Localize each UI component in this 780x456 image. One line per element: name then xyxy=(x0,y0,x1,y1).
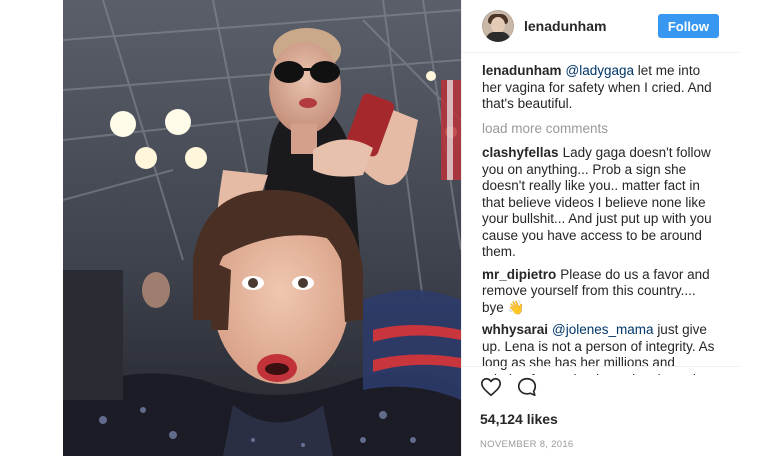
comment-icon[interactable] xyxy=(516,376,538,398)
comment-username[interactable]: clashyfellas xyxy=(482,145,559,160)
mention-link[interactable]: @jolenes_mama xyxy=(552,322,654,337)
action-icons xyxy=(480,375,721,399)
selfie-illustration xyxy=(63,0,461,456)
load-more-comments-link[interactable]: load more comments xyxy=(482,121,719,138)
username[interactable]: lenadunham xyxy=(524,18,658,34)
likes-count[interactable]: 54,124 likes xyxy=(480,411,721,427)
post-sidebar: lenadunham Follow lenadunham @ladygaga le… xyxy=(461,0,739,456)
avatar[interactable] xyxy=(482,10,514,42)
comment-item: clashyfellas Lady gaga doesn't follow you… xyxy=(482,145,719,261)
post-photo[interactable] xyxy=(63,0,461,456)
instagram-post: lenadunham Follow lenadunham @ladygaga le… xyxy=(63,0,739,456)
comment-text: Lady gaga doesn't follow you on anything… xyxy=(482,145,712,259)
post-actions: 54,124 likes NOVEMBER 8, 2016 xyxy=(462,366,739,450)
comment-item: mr_dipietro Please do us a favor and remo… xyxy=(482,267,719,317)
comment-username[interactable]: whhysarai xyxy=(482,322,548,337)
caption: lenadunham @ladygaga let me into her vagi… xyxy=(482,63,719,113)
post-header: lenadunham Follow xyxy=(462,0,739,53)
heart-icon[interactable] xyxy=(480,376,502,398)
mention-link[interactable]: @ladygaga xyxy=(566,63,635,78)
comment-username[interactable]: mr_dipietro xyxy=(482,267,556,282)
caption-username[interactable]: lenadunham xyxy=(482,63,562,78)
comments-list: lenadunham @ladygaga let me into her vagi… xyxy=(462,53,739,375)
post-date: NOVEMBER 8, 2016 xyxy=(480,439,574,450)
follow-button[interactable]: Follow xyxy=(657,14,719,38)
